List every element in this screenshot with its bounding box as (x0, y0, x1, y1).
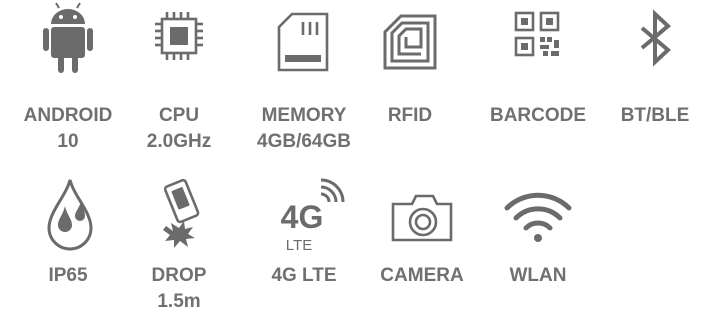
label-camera: CAMERA (380, 265, 464, 286)
label-drop-height: 1.5m (157, 291, 201, 312)
bluetooth-icon (600, 0, 710, 80)
label-bt-ble: BT/BLE (620, 105, 690, 126)
label-cpu-speed: 2.0GHz (146, 131, 212, 152)
label-drop: DROP (151, 265, 207, 286)
label-android: ANDROID (23, 105, 113, 126)
label-barcode: BARCODE (489, 105, 587, 126)
rfid-icon (355, 0, 465, 80)
feature-grid: ANDROID 10 CPU 2.0GHz MEMORY 4GB/64GB RF… (0, 0, 710, 314)
svg-text:4G: 4G (281, 199, 324, 235)
label-rfid: RFID (387, 105, 433, 126)
wifi-icon (483, 178, 593, 258)
label-android-version: 10 (57, 131, 79, 152)
label-memory: MEMORY (261, 105, 347, 126)
qr-code-icon (483, 0, 593, 80)
label-wlan: WLAN (509, 265, 567, 286)
label-cpu: CPU (158, 105, 200, 126)
cpu-chip-icon (124, 0, 234, 80)
drop-impact-icon (124, 178, 234, 258)
water-drop-icon (13, 178, 123, 258)
svg-text:LTE: LTE (286, 237, 312, 254)
memory-card-icon (249, 0, 359, 80)
label-memory-size: 4GB/64GB (257, 131, 351, 152)
camera-icon (367, 178, 477, 258)
android-icon (13, 0, 123, 80)
label-4g-lte: 4G LTE (271, 265, 337, 286)
label-ip65: IP65 (48, 265, 88, 286)
4g-lte-icon: 4G LTE (249, 178, 359, 258)
